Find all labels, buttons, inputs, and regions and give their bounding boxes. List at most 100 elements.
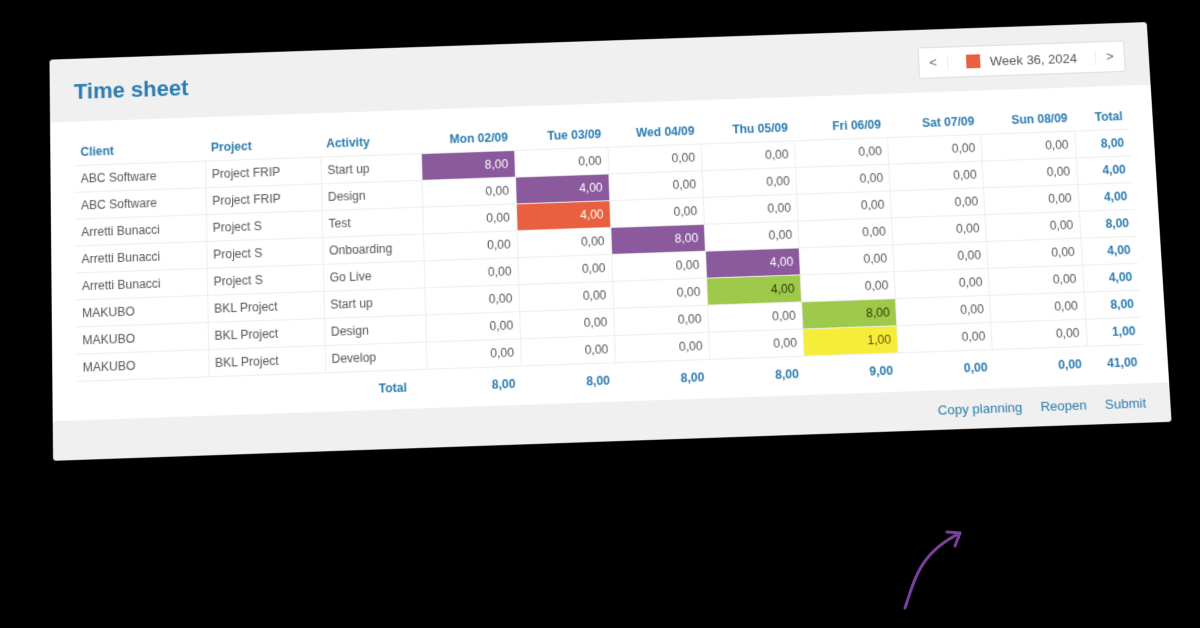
row-total: 8,00 xyxy=(1084,290,1141,319)
hours-cell[interactable]: 0,00 xyxy=(609,171,704,201)
project-cell: Project S xyxy=(207,264,324,295)
hours-cell[interactable]: 0,00 xyxy=(703,194,798,224)
hours-cell[interactable]: 0,00 xyxy=(426,339,521,369)
col-day-6[interactable]: Sun 08/09 xyxy=(980,105,1075,134)
hours-cell[interactable]: 0,00 xyxy=(423,231,518,261)
activity-cell: Test xyxy=(322,207,423,237)
col-day-5[interactable]: Sat 07/09 xyxy=(886,108,981,137)
hours-cell[interactable]: 0,00 xyxy=(518,281,613,311)
hours-cell[interactable]: 0,00 xyxy=(799,245,894,275)
hours-cell[interactable]: 1,00 xyxy=(803,326,898,356)
hours-cell[interactable]: 0,00 xyxy=(519,308,614,338)
col-day-4[interactable]: Fri 06/09 xyxy=(793,111,887,140)
project-cell: Project S xyxy=(206,211,322,242)
timesheet-card: Time sheet < Week 36, 2024 > C xyxy=(49,22,1171,461)
hours-cell[interactable]: 0,00 xyxy=(702,167,797,197)
row-total: 8,00 xyxy=(1079,209,1136,238)
row-total: 4,00 xyxy=(1081,236,1138,265)
hours-cell[interactable]: 4,00 xyxy=(705,248,800,278)
week-picker: < Week 36, 2024 > xyxy=(917,40,1125,78)
totals-label: Total xyxy=(325,369,427,403)
hours-cell[interactable]: 0,00 xyxy=(800,272,895,302)
row-total: 8,00 xyxy=(1074,129,1131,158)
total-day-6: 0,00 xyxy=(993,346,1089,380)
col-project[interactable]: Project xyxy=(205,131,321,161)
hours-cell[interactable]: 4,00 xyxy=(516,201,611,231)
copy-planning-link[interactable]: Copy planning xyxy=(938,400,1023,418)
week-label: Week 36, 2024 xyxy=(990,50,1078,68)
total-day-4: 9,00 xyxy=(804,353,900,387)
hours-cell[interactable]: 0,00 xyxy=(708,302,803,332)
hours-cell[interactable]: 0,00 xyxy=(981,131,1076,161)
hours-cell[interactable]: 0,00 xyxy=(987,238,1082,268)
timesheet-table: Client Project Activity Mon 02/09 Tue 03… xyxy=(74,103,1144,412)
hours-cell[interactable]: 0,00 xyxy=(796,164,891,194)
hours-cell[interactable]: 0,00 xyxy=(608,144,702,174)
timesheet-body: Client Project Activity Mon 02/09 Tue 03… xyxy=(50,85,1169,422)
hours-cell[interactable]: 0,00 xyxy=(614,332,709,362)
submit-link[interactable]: Submit xyxy=(1105,395,1147,412)
hours-cell[interactable]: 0,00 xyxy=(889,161,984,191)
total-day-3: 8,00 xyxy=(710,356,806,390)
col-day-1[interactable]: Tue 03/09 xyxy=(513,121,607,150)
hours-cell[interactable]: 0,00 xyxy=(424,258,519,288)
hours-cell[interactable]: 0,00 xyxy=(893,241,988,271)
col-day-0[interactable]: Mon 02/09 xyxy=(420,124,514,153)
reopen-link[interactable]: Reopen xyxy=(1040,397,1087,414)
row-total: 4,00 xyxy=(1077,183,1134,212)
hours-cell[interactable]: 0,00 xyxy=(514,147,608,177)
hours-cell[interactable]: 8,00 xyxy=(802,299,897,329)
page-title: Time sheet xyxy=(74,75,189,104)
hours-cell[interactable]: 0,00 xyxy=(990,292,1086,322)
hours-cell[interactable]: 0,00 xyxy=(985,211,1080,241)
row-total: 4,00 xyxy=(1076,156,1133,185)
week-next-button[interactable]: > xyxy=(1095,41,1125,71)
hours-cell[interactable]: 0,00 xyxy=(894,268,989,298)
hours-cell[interactable]: 0,00 xyxy=(422,204,517,234)
activity-cell: Design xyxy=(321,180,422,210)
hours-cell[interactable]: 4,00 xyxy=(706,275,801,305)
hours-cell[interactable]: 0,00 xyxy=(890,188,985,218)
hours-cell[interactable]: 0,00 xyxy=(422,177,516,207)
week-display[interactable]: Week 36, 2024 xyxy=(947,50,1097,70)
hours-cell[interactable]: 8,00 xyxy=(421,150,515,180)
hours-cell[interactable]: 0,00 xyxy=(704,221,799,251)
total-day-1: 8,00 xyxy=(521,363,616,397)
activity-cell: Go Live xyxy=(323,261,425,291)
col-activity[interactable]: Activity xyxy=(320,128,421,158)
hours-cell[interactable]: 0,00 xyxy=(794,138,889,168)
hours-cell[interactable]: 4,00 xyxy=(515,174,609,204)
hours-cell[interactable]: 0,00 xyxy=(888,134,983,164)
hours-cell[interactable]: 0,00 xyxy=(517,228,612,258)
hours-cell[interactable]: 0,00 xyxy=(988,265,1083,295)
project-cell: BKL Project xyxy=(208,318,325,349)
project-cell: Project S xyxy=(206,237,322,268)
hours-cell[interactable]: 0,00 xyxy=(984,185,1079,215)
hours-cell[interactable]: 0,00 xyxy=(897,322,993,352)
activity-cell: Start up xyxy=(323,288,425,319)
hours-cell[interactable]: 0,00 xyxy=(892,215,987,245)
hours-cell[interactable]: 0,00 xyxy=(518,254,613,284)
hours-cell[interactable]: 0,00 xyxy=(982,158,1077,188)
hours-cell[interactable]: 0,00 xyxy=(798,218,893,248)
hours-cell[interactable]: 0,00 xyxy=(613,305,708,335)
activity-cell: Design xyxy=(324,315,426,346)
hours-cell[interactable]: 0,00 xyxy=(612,251,707,281)
hours-cell[interactable]: 0,00 xyxy=(701,141,796,171)
hours-cell[interactable]: 0,00 xyxy=(424,285,519,315)
hours-cell[interactable]: 0,00 xyxy=(797,191,892,221)
week-prev-button[interactable]: < xyxy=(918,48,947,78)
hours-cell[interactable]: 0,00 xyxy=(520,336,615,366)
hours-cell[interactable]: 0,00 xyxy=(709,329,804,359)
hours-cell[interactable]: 0,00 xyxy=(612,278,707,308)
row-total: 1,00 xyxy=(1085,317,1142,346)
hours-cell[interactable]: 0,00 xyxy=(991,319,1087,349)
hours-cell[interactable]: 8,00 xyxy=(611,224,706,254)
hours-cell[interactable]: 0,00 xyxy=(425,312,520,342)
col-day-3[interactable]: Thu 05/09 xyxy=(700,115,794,144)
hours-cell[interactable]: 0,00 xyxy=(896,295,991,325)
project-cell: Project FRIP xyxy=(206,184,322,215)
col-day-2[interactable]: Wed 04/09 xyxy=(607,118,701,147)
hours-cell[interactable]: 0,00 xyxy=(610,197,705,227)
row-total: 4,00 xyxy=(1082,263,1139,292)
